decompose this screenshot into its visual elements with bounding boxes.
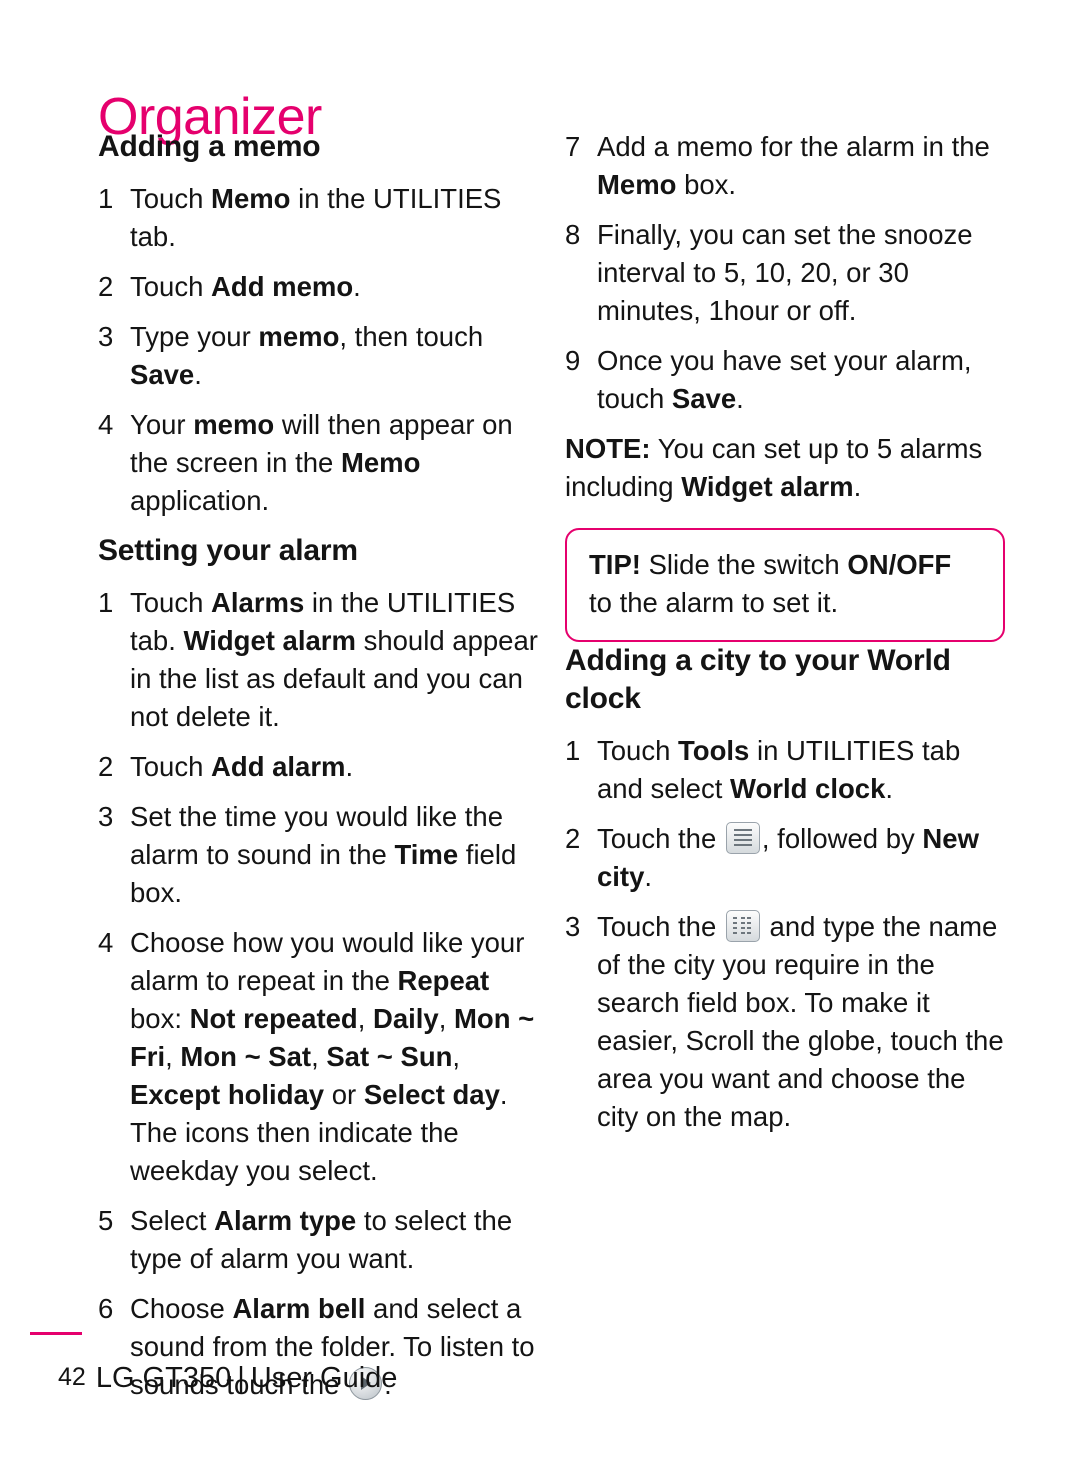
step-number: 2 [98, 271, 114, 302]
section-heading-adding-a-memo: Adding a memo [98, 130, 321, 163]
steps-setting-your-alarm-continued: 7 Add a memo for the alarm in the Memo bo… [565, 128, 1005, 418]
step-item: 2 Touch Add memo. [98, 268, 538, 306]
step-item: 3 Set the time you would like the alarm t… [98, 798, 538, 912]
tip-box: TIP! Slide the switch ON/OFF to the alar… [565, 528, 1005, 642]
step-text: Set the time you would like the alarm to… [130, 801, 517, 908]
step-number: 1 [98, 587, 114, 618]
manual-page: Organizer Adding a memo 1 Touch Memo in t… [0, 0, 1080, 1460]
city-list-icon [725, 910, 760, 942]
step-number: 4 [98, 927, 114, 958]
step-text: Once you have set your alarm, touch Save… [597, 345, 972, 414]
step-item: 9 Once you have set your alarm, touch Sav… [565, 342, 1005, 418]
step-text: Choose how you would like your alarm to … [130, 927, 535, 1186]
step-text: Finally, you can set the snooze interval… [597, 219, 973, 326]
step-number: 3 [98, 801, 114, 832]
step-item: 1 Touch Alarms in the UTILITIES tab. Widg… [98, 584, 538, 736]
step-number: 7 [565, 131, 581, 162]
step-item: 3 Type your memo, then touch Save. [98, 318, 538, 394]
steps-adding-a-memo: 1 Touch Memo in the UTILITIES tab. 2 Touch … [98, 180, 538, 520]
footer-device: LG GT350 [95, 1362, 232, 1394]
options-list-icon [725, 822, 760, 854]
step-item: 1 Touch Tools in UTILITIES tab and select… [565, 732, 1005, 808]
page-footer: 42 LG GT350 | User Guide [58, 1358, 397, 1397]
note-text: NOTE: You can set up to 5 alarms includi… [565, 433, 983, 502]
step-number: 3 [98, 321, 114, 352]
step-item: 2 Touch Add alarm. [98, 748, 538, 786]
step-item: 7 Add a memo for the alarm in the Memo bo… [565, 128, 1005, 204]
step-item: 4 Your memo will then appear on the scree… [98, 406, 538, 520]
step-number: 5 [98, 1205, 114, 1236]
left-column: Adding a memo 1 Touch Memo in the UTILITI… [98, 128, 538, 1416]
footer-separator: | [237, 1362, 245, 1394]
step-text: Touch Add alarm. [130, 751, 354, 782]
step-item: 8 Finally, you can set the snooze interva… [565, 216, 1005, 330]
step-number: 1 [565, 735, 581, 766]
step-number: 1 [98, 183, 114, 214]
section-heading-adding-a-city: Adding a city to your World clock [565, 644, 951, 715]
tip-text: TIP! Slide the switch ON/OFF to the alar… [589, 549, 952, 618]
step-number: 6 [98, 1293, 114, 1324]
section-heading-setting-your-alarm: Setting your alarm [98, 534, 358, 567]
footer-page-number: 42 [58, 1363, 86, 1391]
steps-adding-a-city: 1 Touch Tools in UTILITIES tab and select… [565, 732, 1005, 1136]
footer-divider [30, 1332, 82, 1335]
step-text: Add a memo for the alarm in the Memo box… [597, 131, 990, 200]
step-text: Your memo will then appear on the screen… [130, 409, 513, 516]
step-number: 2 [98, 751, 114, 782]
step-number: 4 [98, 409, 114, 440]
step-item: 2 Touch the , followed by New city. [565, 820, 1005, 896]
step-text: Touch Tools in UTILITIES tab and select … [597, 735, 961, 804]
step-number: 3 [565, 911, 581, 942]
step-text: Touch Alarms in the UTILITIES tab. Widge… [130, 587, 538, 732]
step-text: Touch Memo in the UTILITIES tab. [130, 183, 502, 252]
steps-setting-your-alarm: 1 Touch Alarms in the UTILITIES tab. Widg… [98, 584, 538, 1404]
step-item: 4 Choose how you would like your alarm to… [98, 924, 538, 1190]
step-text: Touch the and type the name of the city … [597, 910, 1004, 1132]
right-column: 7 Add a memo for the alarm in the Memo bo… [565, 128, 1005, 1148]
step-item: 5 Select Alarm type to select the type of… [98, 1202, 538, 1278]
step-text: Type your memo, then touch Save. [130, 321, 484, 390]
step-number: 9 [565, 345, 581, 376]
step-text: Select Alarm type to select the type of … [130, 1205, 513, 1274]
step-item: 1 Touch Memo in the UTILITIES tab. [98, 180, 538, 256]
step-number: 2 [565, 823, 581, 854]
step-text: Touch the , followed by New city. [597, 822, 979, 892]
step-text: Touch Add memo. [130, 271, 361, 302]
footer-guide-label: User Guide [250, 1362, 398, 1394]
step-number: 8 [565, 219, 581, 250]
step-item: 3 Touch the and type the name of the city… [565, 908, 1005, 1136]
